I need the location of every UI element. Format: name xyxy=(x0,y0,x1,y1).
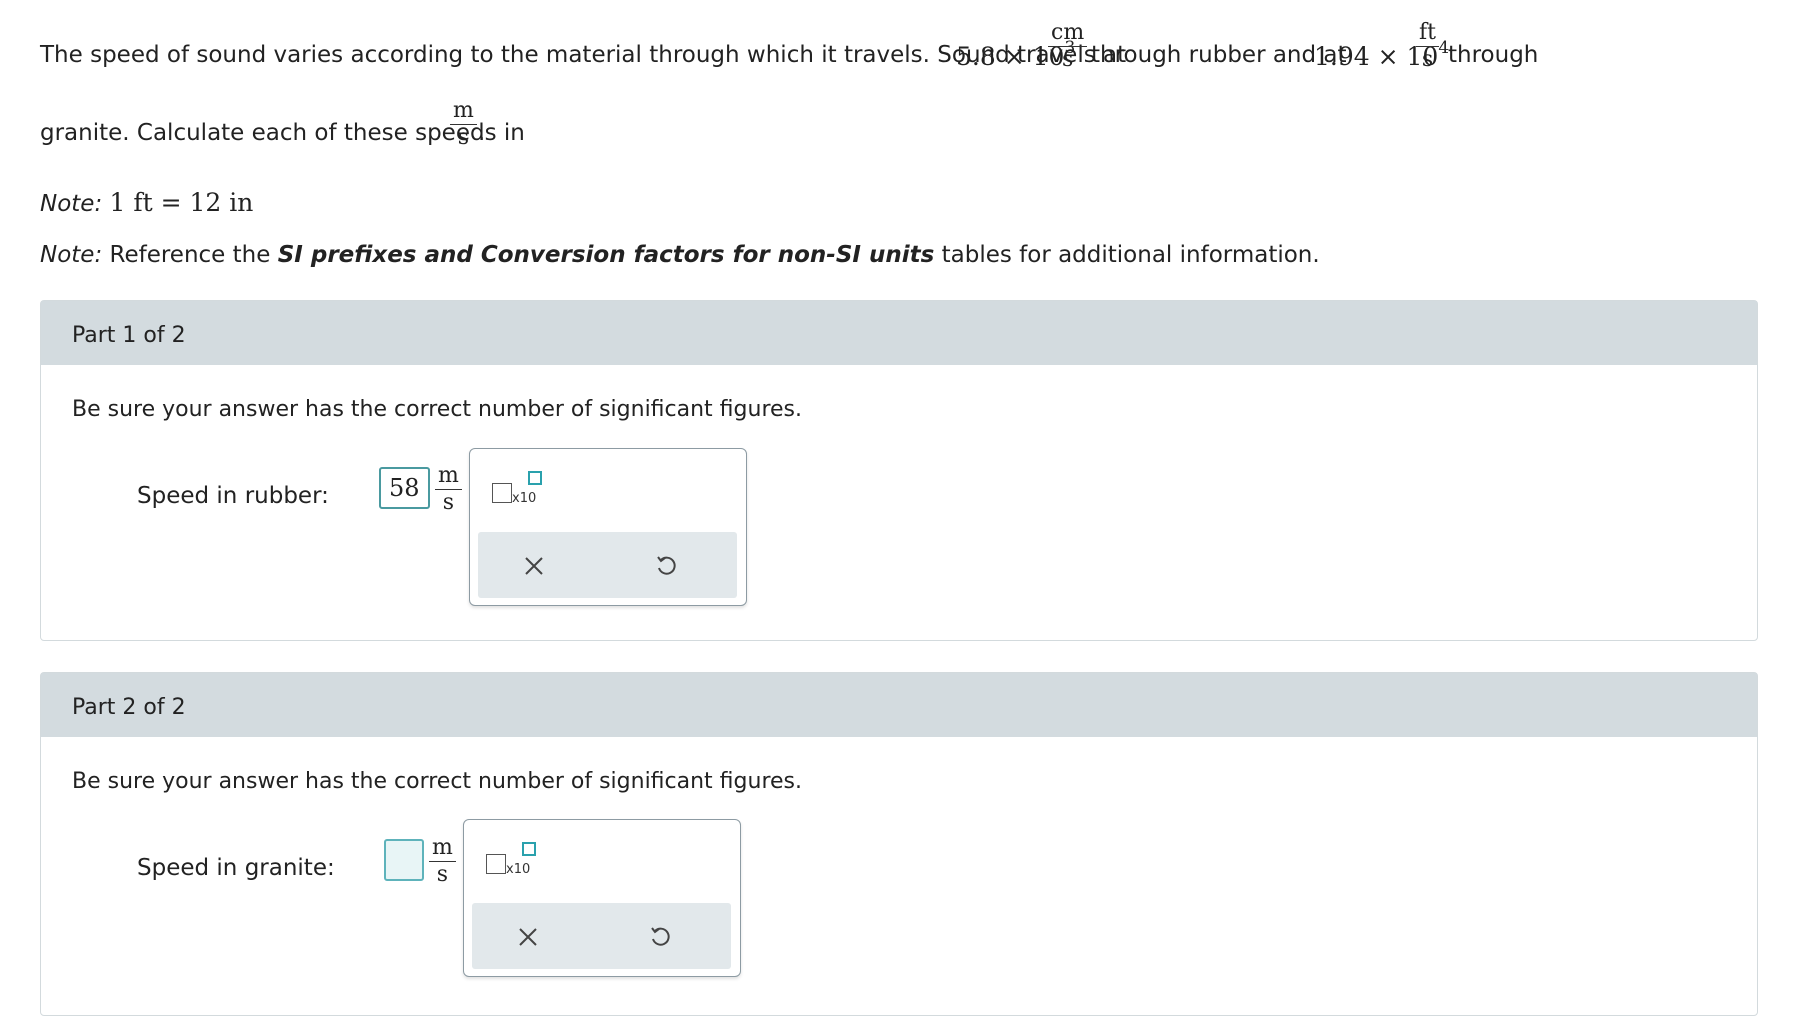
problem-mid: through rubber and at xyxy=(1091,42,1347,68)
note-reference-post: tables for additional information. xyxy=(941,242,1320,268)
undo-icon xyxy=(651,927,670,946)
problem-line-1: The speed of sound varies according to t… xyxy=(40,20,1760,90)
note-reference-pre: Reference the xyxy=(109,242,271,268)
granite-speed-unit: ft s xyxy=(1416,20,1439,73)
undo-button[interactable] xyxy=(642,919,678,955)
note-label: Note: xyxy=(40,191,103,217)
part-1-toolbar xyxy=(478,532,737,598)
part-2-math-toolbox: x10 xyxy=(463,819,741,977)
part-2-header: Part 2 of 2 xyxy=(41,673,1757,737)
target-unit: m s xyxy=(450,98,477,151)
part-2-panel: Part 2 of 2 Be sure your answer has the … xyxy=(40,672,1758,1016)
undo-button[interactable] xyxy=(648,548,684,584)
exponent-box-icon xyxy=(522,842,536,856)
rubber-speed-unit: cm s xyxy=(1048,20,1088,73)
granite-answer-label: Speed in granite: xyxy=(137,855,335,881)
note-label: Note: xyxy=(40,242,103,268)
close-icon xyxy=(519,928,537,946)
mantissa-box-icon xyxy=(486,854,506,874)
clear-button[interactable] xyxy=(510,919,546,955)
part-1-answer-row: Speed in rubber: 58 m s xyxy=(137,463,462,523)
problem-tail: through xyxy=(1448,42,1539,68)
part-2-instruction: Be sure your answer has the correct numb… xyxy=(72,769,802,794)
rubber-answer-input[interactable]: 58 xyxy=(379,467,430,509)
part-1-instruction: Be sure your answer has the correct numb… xyxy=(72,397,802,422)
close-icon xyxy=(525,557,543,575)
note-reference: Note: Reference the SI prefixes and Conv… xyxy=(40,242,1320,268)
x10-button[interactable]: x10 xyxy=(492,471,552,507)
part-1-header: Part 1 of 2 xyxy=(41,301,1757,365)
clear-button[interactable] xyxy=(516,548,552,584)
exponent-box-icon xyxy=(528,471,542,485)
reference-tables-link[interactable]: SI prefixes and Conversion factors for n… xyxy=(278,242,935,268)
part-1-panel: Part 1 of 2 Be sure your answer has the … xyxy=(40,300,1758,641)
rubber-answer-unit: m s xyxy=(435,463,462,516)
note-conversion-math: 1 ft = 12 in xyxy=(109,188,254,217)
part-2-answer-row: Speed in granite: m s xyxy=(137,835,457,895)
part-1-math-toolbox: x10 xyxy=(469,448,747,606)
problem-line-2: granite. Calculate each of these speeds … xyxy=(40,98,740,170)
period: . xyxy=(478,120,486,146)
granite-answer-input[interactable] xyxy=(384,839,424,881)
note-conversion: Note: 1 ft = 12 in xyxy=(40,188,253,217)
granite-answer-unit: m s xyxy=(429,835,456,888)
mantissa-box-icon xyxy=(492,483,512,503)
undo-icon xyxy=(657,556,676,575)
x10-button[interactable]: x10 xyxy=(486,842,546,878)
part-2-toolbar xyxy=(472,903,731,969)
rubber-answer-label: Speed in rubber: xyxy=(137,483,329,509)
